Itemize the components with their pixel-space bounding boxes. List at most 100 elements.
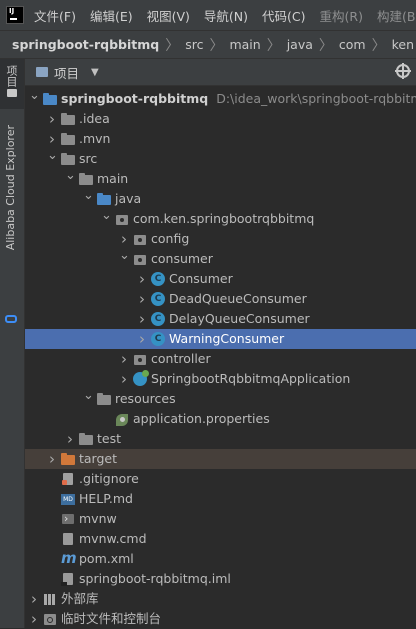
breadcrumb-item-main[interactable]: main xyxy=(229,37,260,52)
chevron-right-icon: 〉 xyxy=(371,37,386,54)
tree-row[interactable]: HELP.md xyxy=(25,489,416,509)
tool-tab-alibaba-label: Alibaba Cloud Explorer xyxy=(4,125,17,251)
project-panel-title[interactable]: 项目 xyxy=(54,63,79,82)
chevron-right-icon[interactable]: › xyxy=(65,429,75,449)
tree-row-label: 临时文件和控制台 xyxy=(61,609,161,629)
menu-refactor[interactable]: 重构(R) xyxy=(320,6,363,25)
tree-row[interactable]: ⌄ springboot-rqbbitmq D:\idea_work\springb… xyxy=(25,89,416,109)
chevron-right-icon[interactable]: › xyxy=(137,329,147,349)
tree-row[interactable]: › DeadQueueConsumer xyxy=(25,289,416,309)
tree-row-text: test xyxy=(97,431,122,446)
tree-row-text: Consumer xyxy=(169,271,233,286)
tree-row[interactable]: › test xyxy=(25,429,416,449)
package-icon xyxy=(115,212,129,226)
tree-row-label: java xyxy=(115,189,141,209)
tree-row[interactable]: › config xyxy=(25,229,416,249)
breadcrumb-item-ken[interactable]: ken xyxy=(392,37,414,52)
menu-file[interactable]: 文件(F) xyxy=(34,6,76,25)
tree-row[interactable]: › SpringbootRqbbitmqApplication xyxy=(25,369,416,389)
menu-view[interactable]: 视图(V) xyxy=(147,6,190,25)
text-file-icon xyxy=(61,532,75,546)
folder-icon xyxy=(97,392,111,406)
tree-row-label: src xyxy=(79,149,97,169)
chevron-down-icon[interactable]: ▼ xyxy=(91,67,99,78)
tree-row-text: com.ken.springbootrqbbitmq xyxy=(133,211,315,226)
chevron-down-icon[interactable]: ⌄ xyxy=(101,209,112,229)
properties-file-icon xyxy=(115,412,129,426)
tree-row-label: .gitignore xyxy=(79,469,139,489)
chevron-right-icon[interactable]: › xyxy=(119,349,129,369)
chevron-right-icon[interactable]: › xyxy=(119,369,129,389)
chevron-down-icon[interactable]: ⌄ xyxy=(119,249,130,269)
chevron-right-icon[interactable]: › xyxy=(29,609,39,629)
chevron-right-icon[interactable]: › xyxy=(137,269,147,289)
tree-row[interactable]: › Consumer xyxy=(25,269,416,289)
folder-icon xyxy=(36,67,48,77)
tree-row-label: WarningConsumer xyxy=(169,329,284,349)
tree-row-text: pom.xml xyxy=(79,551,134,566)
tree-row[interactable]: mvnw xyxy=(25,509,416,529)
chevron-down-icon[interactable]: ⌄ xyxy=(83,189,94,209)
breadcrumb-item-project[interactable]: springboot-rqbbitmq xyxy=(12,37,159,52)
tree-row[interactable]: springboot-rqbbitmq.iml xyxy=(25,569,416,589)
project-panel-header: 项目 ▼ xyxy=(25,59,416,86)
chevron-right-icon[interactable]: › xyxy=(47,129,57,149)
tree-row-text: src xyxy=(79,151,98,166)
folder-icon xyxy=(79,172,93,186)
chevron-right-icon: 〉 xyxy=(209,37,224,54)
tree-row[interactable]: ⌄ main xyxy=(25,169,416,189)
tree-row[interactable]: › 临时文件和控制台 xyxy=(25,609,416,629)
intellij-logo-icon[interactable] xyxy=(6,6,24,24)
tree-row-text: SpringbootRqbbitmqApplication xyxy=(151,371,351,386)
tree-row[interactable]: ⌄ consumer xyxy=(25,249,416,269)
breadcrumb-item-java[interactable]: java xyxy=(287,37,313,52)
tree-row[interactable]: › WarningConsumer xyxy=(25,329,416,349)
chevron-down-icon[interactable]: ⌄ xyxy=(47,149,58,169)
tree-row[interactable]: pom.xml xyxy=(25,548,416,569)
locate-target-icon[interactable] xyxy=(395,63,411,79)
tree-row[interactable]: application.properties xyxy=(25,409,416,429)
folder-icon xyxy=(61,452,75,466)
tree-row-text: springboot-rqbbitmq.iml xyxy=(79,571,231,586)
menu-navigate[interactable]: 导航(N) xyxy=(204,6,248,25)
tree-row[interactable]: ⌄ resources xyxy=(25,389,416,409)
tree-row[interactable]: .gitignore xyxy=(25,469,416,489)
chevron-right-icon[interactable]: › xyxy=(29,589,39,609)
tree-row[interactable]: › controller xyxy=(25,349,416,369)
chevron-down-icon[interactable]: ⌄ xyxy=(65,169,76,189)
java-class-icon xyxy=(151,312,165,326)
tree-row-label: mvnw xyxy=(79,509,117,529)
chevron-right-icon[interactable]: › xyxy=(137,309,147,329)
tree-row[interactable]: › DelayQueueConsumer xyxy=(25,309,416,329)
chevron-right-icon[interactable]: › xyxy=(47,449,57,469)
chevron-right-icon[interactable]: › xyxy=(47,109,57,129)
tool-tab-alibaba-cloud[interactable]: Alibaba Cloud Explorer xyxy=(0,121,24,331)
tree-row[interactable]: › .mvn xyxy=(25,129,416,149)
tree-row[interactable]: › target xyxy=(25,449,416,469)
libraries-icon xyxy=(43,592,57,606)
tree-row-label: config xyxy=(151,229,189,249)
tree-row-text: .mvn xyxy=(79,131,111,146)
chevron-down-icon[interactable]: ⌄ xyxy=(29,89,40,109)
tree-row-label: HELP.md xyxy=(79,489,133,509)
chevron-down-icon[interactable]: ⌄ xyxy=(83,389,94,409)
menu-code[interactable]: 代码(C) xyxy=(262,6,305,25)
shell-script-icon xyxy=(61,509,75,529)
tree-row[interactable]: › 外部库 xyxy=(25,589,416,609)
tree-row-label: .idea xyxy=(79,109,110,129)
tree-row[interactable]: ⌄ com.ken.springbootrqbbitmq xyxy=(25,209,416,229)
menu-build[interactable]: 构建(B) xyxy=(377,6,416,25)
tool-tab-project[interactable]: 项目 xyxy=(0,59,24,109)
tree-row[interactable]: mvnw.cmd xyxy=(25,529,416,549)
tree-row[interactable]: › .idea xyxy=(25,109,416,129)
tree-row[interactable]: ⌄ java xyxy=(25,189,416,209)
tree-row[interactable]: ⌄ src xyxy=(25,149,416,169)
breadcrumb-item-src[interactable]: src xyxy=(185,37,203,52)
chevron-right-icon: 〉 xyxy=(165,37,180,54)
menu-edit[interactable]: 编辑(E) xyxy=(90,6,133,25)
chevron-right-icon[interactable]: › xyxy=(137,289,147,309)
chevron-right-icon[interactable]: › xyxy=(119,229,129,249)
tree-row-text: config xyxy=(151,231,190,246)
breadcrumb-item-com[interactable]: com xyxy=(339,37,366,52)
module-file-icon xyxy=(61,572,75,586)
